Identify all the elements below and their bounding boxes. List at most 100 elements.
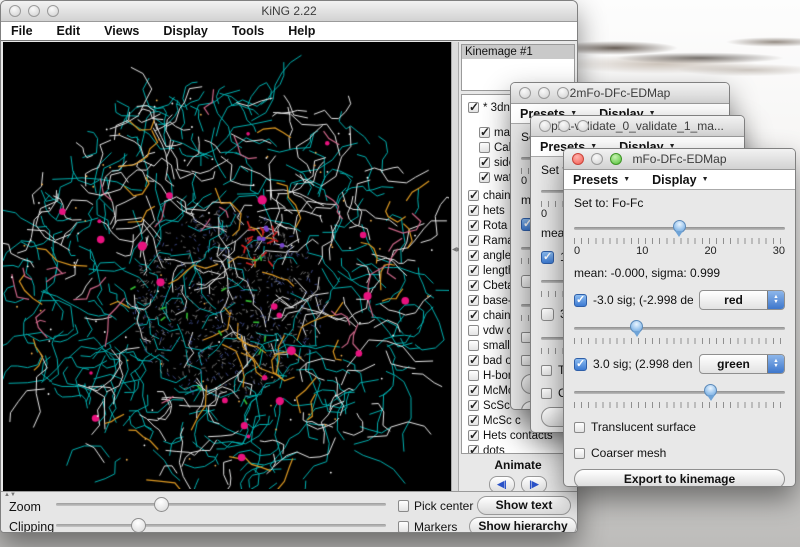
close-icon[interactable] xyxy=(519,87,531,99)
divider-collapse-icon[interactable]: ▲▼ xyxy=(4,492,16,498)
checkbox-icon[interactable] xyxy=(468,190,479,201)
checkbox-icon[interactable] xyxy=(468,340,479,351)
edmap-window-mfo: mFo-DFc-EDMap Presets▼ Display▼ Set to: … xyxy=(563,148,796,487)
level-slider[interactable] xyxy=(574,222,785,236)
splitpane-divider-vertical[interactable]: ◀▶ xyxy=(451,42,459,491)
set-to-label: Set to: Fo-Fc xyxy=(574,196,785,210)
checkbox-icon[interactable] xyxy=(468,280,479,291)
clipping-slider-thumb[interactable] xyxy=(131,518,146,533)
translucent-surface-checkbox[interactable]: Translucent surface xyxy=(574,420,785,434)
checkbox-icon[interactable] xyxy=(541,388,552,399)
zoom-icon[interactable] xyxy=(577,120,589,132)
checkbox-icon[interactable] xyxy=(479,127,490,138)
map-window-menubar: Presets▼ Display▼ xyxy=(564,170,795,190)
markers-checkbox[interactable]: Markers xyxy=(398,520,457,533)
checkbox-icon[interactable] xyxy=(541,365,552,376)
contour-slider-thumb[interactable] xyxy=(630,320,643,333)
checkbox-icon[interactable] xyxy=(468,445,479,454)
level-slider-thumb[interactable] xyxy=(673,220,686,233)
menu-tools[interactable]: Tools xyxy=(232,24,264,38)
minimize-icon[interactable] xyxy=(28,5,40,17)
checkbox-icon[interactable] xyxy=(479,157,490,168)
contour-checkbox[interactable] xyxy=(574,294,587,307)
zoom-icon[interactable] xyxy=(557,87,569,99)
checkbox-icon[interactable] xyxy=(479,172,490,183)
clipping-label: Clipping xyxy=(9,520,54,533)
checkbox-icon[interactable] xyxy=(468,310,479,321)
menu-display[interactable]: Display xyxy=(163,24,207,38)
dropdown-stepper-icon[interactable]: ▲▼ xyxy=(767,291,784,309)
tree-item[interactable]: dots xyxy=(462,443,574,454)
color-dropdown[interactable]: red ▲▼ xyxy=(699,290,785,310)
chevron-down-icon: ▼ xyxy=(623,176,630,183)
checkbox-icon[interactable] xyxy=(468,235,479,246)
checkbox-icon[interactable] xyxy=(468,102,479,113)
checkbox-icon[interactable] xyxy=(468,385,479,396)
animate-section: Animate ◀| |▶ xyxy=(461,458,575,493)
tree-item-label: dots xyxy=(483,445,505,455)
contour-checkbox[interactable] xyxy=(541,251,554,264)
checkbox-icon[interactable] xyxy=(468,325,479,336)
main-title-bar[interactable]: KiNG 2.22 xyxy=(1,1,577,22)
checkbox-icon[interactable] xyxy=(468,355,479,366)
color-dropdown[interactable]: green ▲▼ xyxy=(699,354,785,374)
bottom-bar: ▲▼ Zoom Pick center Show text Clipping M… xyxy=(1,491,577,533)
slider-ticks xyxy=(574,338,785,344)
map-window-title-bar[interactable]: 2mFo-DFc-EDMap xyxy=(511,83,729,104)
zoom-slider[interactable] xyxy=(56,497,386,511)
menu-edit[interactable]: Edit xyxy=(57,24,81,38)
menu-file[interactable]: File xyxy=(11,24,33,38)
chevron-down-icon: ▼ xyxy=(702,176,709,183)
zoom-icon[interactable] xyxy=(610,153,622,165)
map-window-title-bar[interactable]: mFo-DFc-EDMap xyxy=(564,149,795,170)
checkbox-icon[interactable] xyxy=(398,521,409,533)
dropdown-stepper-icon[interactable]: ▲▼ xyxy=(767,355,784,373)
checkbox-icon[interactable] xyxy=(468,400,479,411)
kinemage-list-item[interactable]: Kinemage #1 xyxy=(462,45,574,59)
export-to-kinemage-button[interactable]: Export to kinemage xyxy=(574,469,785,487)
show-text-button[interactable]: Show text xyxy=(477,496,571,515)
close-icon[interactable] xyxy=(539,120,551,132)
king-main-window: KiNG 2.22 File Edit Views Display Tools … xyxy=(0,0,578,533)
checkbox-icon[interactable] xyxy=(398,500,409,512)
menu-help[interactable]: Help xyxy=(288,24,315,38)
contour-row-negative: -3.0 sig; (-2.998 dens) red ▲▼ xyxy=(574,290,785,310)
checkbox-icon[interactable] xyxy=(574,448,585,459)
presets-menu[interactable]: Presets▼ xyxy=(573,173,630,187)
coarser-mesh-checkbox[interactable]: Coarser mesh xyxy=(574,446,785,460)
checkbox-icon[interactable] xyxy=(468,220,479,231)
close-icon[interactable] xyxy=(572,153,584,165)
checkbox-icon[interactable] xyxy=(468,415,479,426)
checkbox-icon[interactable] xyxy=(468,430,479,441)
slider-ticks xyxy=(574,402,785,408)
checkbox-icon[interactable] xyxy=(574,422,585,433)
kinemage-canvas[interactable] xyxy=(3,42,451,491)
contour-checkbox[interactable] xyxy=(541,308,554,321)
minimize-icon[interactable] xyxy=(591,153,603,165)
checkbox-icon[interactable] xyxy=(468,205,479,216)
zoom-label: Zoom xyxy=(9,500,41,514)
minimize-icon[interactable] xyxy=(558,120,570,132)
show-hierarchy-button[interactable]: Show hierarchy xyxy=(469,517,577,533)
tree-item-label: hets xyxy=(483,205,505,217)
pick-center-checkbox[interactable]: Pick center xyxy=(398,499,473,513)
zoom-slider-thumb[interactable] xyxy=(154,497,169,512)
contour-checkbox[interactable] xyxy=(574,358,587,371)
slider-tick-labels: 0 10 20 30 xyxy=(574,245,785,257)
contour-slider-negative[interactable] xyxy=(574,322,785,336)
checkbox-icon[interactable] xyxy=(468,265,479,276)
map-window-title-bar[interactable]: pka-validate_0_validate_1_ma... xyxy=(531,116,744,137)
contour-slider-thumb[interactable] xyxy=(704,384,717,397)
close-icon[interactable] xyxy=(9,5,21,17)
checkbox-icon[interactable] xyxy=(468,295,479,306)
zoom-icon[interactable] xyxy=(47,5,59,17)
menu-views[interactable]: Views xyxy=(104,24,139,38)
checkbox-icon[interactable] xyxy=(468,370,479,381)
contour-slider-positive[interactable] xyxy=(574,386,785,400)
checkbox-icon[interactable] xyxy=(479,142,490,153)
display-menu[interactable]: Display▼ xyxy=(652,173,708,187)
minimize-icon[interactable] xyxy=(538,87,550,99)
mean-sigma-label: mean: -0.000, sigma: 0.999 xyxy=(574,266,785,280)
clipping-slider[interactable] xyxy=(56,518,386,532)
checkbox-icon[interactable] xyxy=(468,250,479,261)
